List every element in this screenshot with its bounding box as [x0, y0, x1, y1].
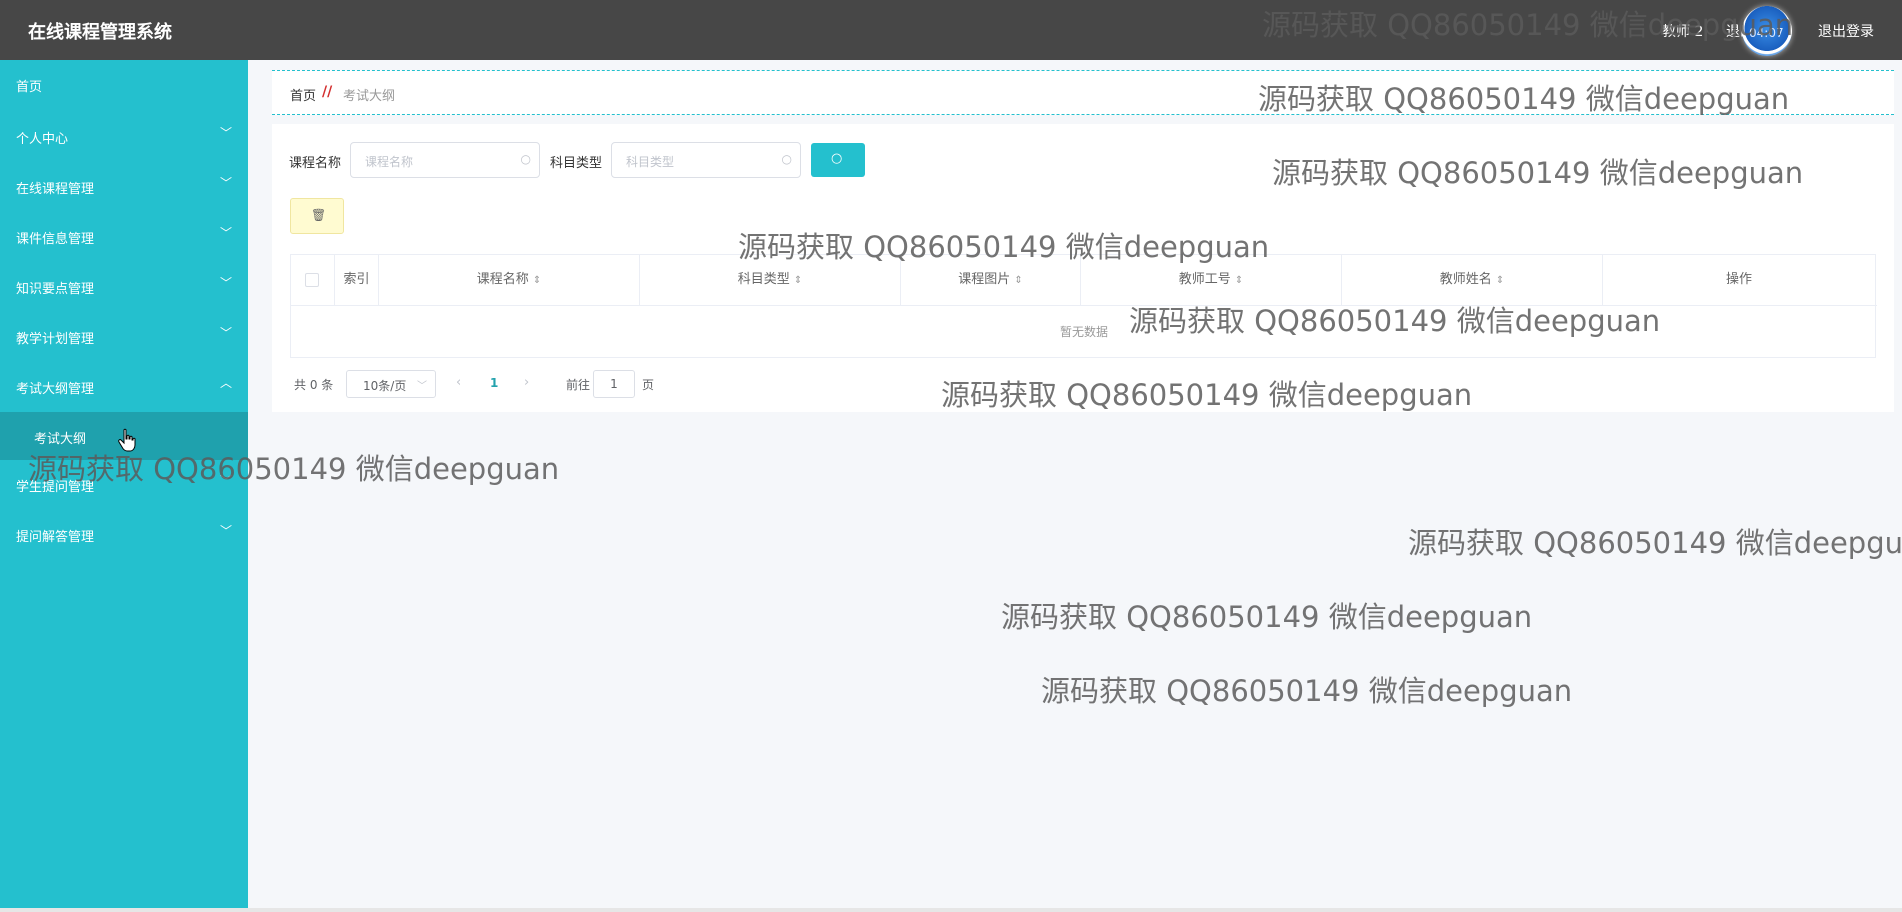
sort-icon[interactable]: ⇕ [533, 275, 541, 286]
breadcrumb-current: 考试大纲 [343, 89, 396, 104]
sidebar-item-label: 教学计划管理 [16, 332, 95, 347]
prev-page-icon[interactable]: ‹ [456, 375, 461, 390]
page-number-current[interactable]: 1 [490, 376, 498, 390]
watermark: 源码获取 QQ86050149 微信deepguan [738, 230, 1270, 264]
sidebar-item-label: 首页 [16, 80, 43, 95]
pagination-total: 共 0 条 [294, 378, 334, 392]
sidebar-item-personal-center[interactable]: 个人中心 ﹀ [0, 112, 248, 162]
page-size-value: 10条/页 [363, 379, 407, 393]
chevron-down-icon: ﹀ [417, 381, 427, 392]
watermark: 源码获取 QQ86050149 微信deepguan [28, 452, 560, 486]
breadcrumb-separator: // [322, 84, 333, 100]
bottom-border [0, 908, 1902, 912]
sidebar-item-exam-outline[interactable]: 考试大纲管理 ︿ [0, 362, 248, 412]
sort-icon[interactable]: ⇕ [1014, 275, 1022, 286]
subject-type-label: 科目类型 [550, 156, 603, 171]
column-header-course-name[interactable]: 课程名称 ⇕ [379, 255, 640, 305]
sidebar-item-online-course[interactable]: 在线课程管理 ﹀ [0, 162, 248, 212]
sidebar-item-label: 提问解答管理 [16, 530, 95, 545]
trash-icon: 🗑 [311, 208, 327, 222]
watermark: 源码获取 QQ86050149 微信deepguan [1272, 156, 1804, 190]
search-icon: ○ [781, 152, 792, 166]
watermark: 源码获取 QQ86050149 微信deepguan [1041, 674, 1573, 708]
sidebar-item-answers[interactable]: 提问解答管理 ﹀ [0, 510, 248, 560]
search-icon: ○ [520, 152, 531, 166]
select-all-header [291, 255, 335, 305]
watermark: 源码获取 QQ86050149 微信deepguan [1001, 600, 1533, 634]
pagination: 共 0 条 10条/页 ﹀ ‹ 1 › 前往 1 页 [290, 370, 890, 398]
sidebar-subitem-label: 考试大纲 [34, 432, 87, 447]
select-all-checkbox[interactable] [305, 273, 319, 287]
page-size-select[interactable]: 10条/页 ﹀ [346, 370, 436, 398]
chevron-down-icon: ﹀ [220, 126, 233, 140]
page-unit-label: 页 [642, 378, 655, 392]
sidebar-item-label: 考试大纲管理 [16, 382, 95, 397]
logout-link[interactable]: 退出登录 [1818, 21, 1874, 41]
sidebar-item-home[interactable]: 首页 [0, 60, 248, 110]
column-header-index: 索引 [335, 255, 379, 305]
chevron-down-icon: ﹀ [220, 524, 233, 538]
chevron-down-icon: ﹀ [220, 176, 233, 190]
delete-button[interactable]: 🗑 [290, 198, 344, 234]
sort-icon[interactable]: ⇕ [1496, 275, 1504, 286]
app-title: 在线课程管理系统 [28, 22, 172, 43]
watermark: 源码获取 QQ86050149 微信deepguan [1262, 8, 1794, 42]
watermark: 源码获取 QQ86050149 微信deepgu [1408, 526, 1902, 560]
search-icon: ○ [831, 151, 843, 166]
chevron-down-icon: ﹀ [220, 326, 233, 340]
goto-label: 前往 [566, 378, 591, 392]
search-button[interactable]: ○ [811, 143, 865, 177]
breadcrumb-home[interactable]: 首页 [290, 85, 316, 104]
sidebar-item-knowledge-points[interactable]: 知识要点管理 ﹀ [0, 262, 248, 312]
course-name-input[interactable]: 课程名称 ○ [350, 142, 540, 178]
sidebar-item-teaching-plan[interactable]: 教学计划管理 ﹀ [0, 312, 248, 362]
sidebar-item-label: 课件信息管理 [16, 232, 95, 247]
sidebar-item-label: 知识要点管理 [16, 282, 95, 297]
subject-type-input[interactable]: 科目类型 ○ [611, 142, 801, 178]
course-name-label: 课程名称 [289, 156, 342, 171]
sidebar-item-courseware[interactable]: 课件信息管理 ﹀ [0, 212, 248, 262]
watermark: 源码获取 QQ86050149 微信deepguan [1129, 304, 1661, 338]
chevron-down-icon: ﹀ [220, 276, 233, 290]
sidebar-item-label: 在线课程管理 [16, 182, 95, 197]
sort-icon[interactable]: ⇕ [794, 275, 802, 286]
goto-page-input[interactable]: 1 [593, 370, 635, 398]
chevron-down-icon: ﹀ [220, 226, 233, 240]
watermark: 源码获取 QQ86050149 微信deepguan [1258, 82, 1790, 116]
watermark: 源码获取 QQ86050149 微信deepguan [941, 378, 1473, 412]
chevron-up-icon: ︿ [220, 376, 233, 390]
next-page-icon[interactable]: › [524, 375, 529, 390]
sort-icon[interactable]: ⇕ [1235, 275, 1243, 286]
course-name-placeholder: 课程名称 [365, 155, 414, 169]
sidebar-item-label: 个人中心 [16, 132, 69, 147]
subject-type-placeholder: 科目类型 [626, 155, 675, 169]
